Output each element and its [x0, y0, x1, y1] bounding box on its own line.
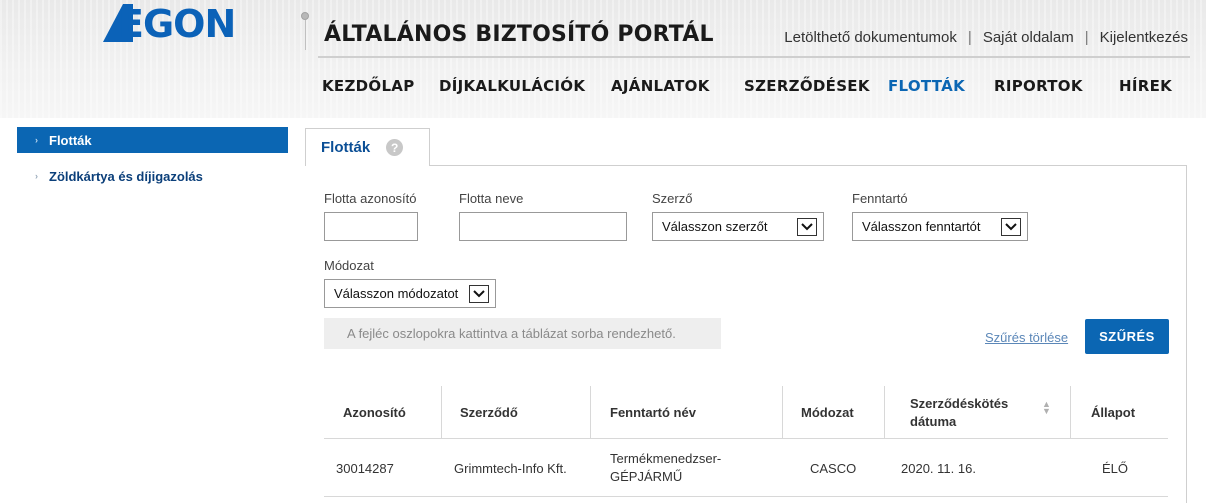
column-divider [1070, 386, 1071, 439]
holder-label: Fenntartó [852, 191, 908, 206]
nav-offers[interactable]: AJÁNLATOK [611, 77, 710, 95]
chevron-down-icon [469, 285, 489, 303]
chevron-down-icon [1001, 218, 1021, 236]
chevron-right-icon: › [35, 171, 38, 181]
holder-select[interactable]: Válasszon fenntartót [852, 212, 1028, 241]
column-header-holder[interactable]: Fenntartó név [610, 386, 760, 439]
nav-fleets[interactable]: FLOTTÁK [888, 77, 965, 95]
nav-reports[interactable]: RIPORTOK [994, 77, 1083, 95]
question-icon[interactable]: ? [386, 139, 404, 156]
sidebar-item-label: Zöldkártya és díjigazolás [49, 168, 203, 184]
mode-select[interactable]: Válasszon módozatot [324, 279, 496, 308]
nav-news[interactable]: HÍREK [1119, 77, 1172, 95]
sort-hint: A fejléc oszlopokra kattintva a táblázat… [324, 318, 721, 349]
mode-select-value: Válasszon módozatot [334, 286, 459, 301]
portal-title: ÁLTALÁNOS BIZTOSÍTÓ PORTÁL [324, 22, 714, 47]
link-separator: | [1084, 29, 1089, 46]
cell-contractor: Grimmtech-Info Kft. [454, 460, 567, 476]
main-nav: KEZDŐLAP DÍJKALKULÁCIÓK AJÁNLATOK SZERZŐ… [322, 77, 1186, 99]
aegon-logo[interactable]: EGON [77, 0, 236, 50]
pin-line [305, 20, 306, 50]
cell-id: 30014287 [336, 460, 394, 476]
cell-status: ÉLŐ [1102, 460, 1129, 476]
sidebar: › Flották › Zöldkártya és díjigazolás [17, 127, 288, 189]
logout-link[interactable]: Kijelentkezés [1100, 29, 1188, 46]
sidebar-item-label: Flották [49, 132, 92, 148]
tab-label: Flották [321, 139, 371, 156]
column-divider [782, 386, 783, 439]
table-row[interactable]: 30014287 Grimmtech-Info Kft. Termékmened… [324, 439, 1168, 497]
link-separator: | [967, 29, 972, 46]
clear-filter-link[interactable]: Szűrés törlése [985, 330, 1068, 345]
tab-fleets[interactable]: Flották ? [305, 128, 430, 166]
fleet-name-input[interactable] [459, 212, 627, 241]
nav-premium-calc[interactable]: DÍJKALKULÁCIÓK [439, 77, 585, 95]
column-divider [884, 386, 885, 439]
column-header-id[interactable]: Azonosító [343, 386, 438, 439]
cell-holder: Termékmenedzser-GÉPJÁRMŰ [610, 451, 722, 484]
nav-home[interactable]: KEZDŐLAP [322, 77, 415, 95]
fleet-id-input[interactable] [324, 212, 418, 241]
top-links: Letölthető dokumentumok | Saját oldalam … [784, 29, 1188, 46]
tab-joint [306, 165, 429, 167]
cell-mode: CASCO [810, 460, 857, 476]
contractor-select-value: Válasszon szerzőt [662, 219, 768, 234]
contractor-select[interactable]: Válasszon szerzőt [652, 212, 824, 241]
cell-contract-date: 2020. 11. 16. [901, 460, 976, 476]
sidebar-item-green-card[interactable]: › Zöldkártya és díjigazolás [17, 163, 288, 189]
nav-contracts[interactable]: SZERZŐDÉSEK [744, 77, 870, 95]
column-divider [590, 386, 591, 439]
sidebar-item-fleets[interactable]: › Flották [17, 127, 288, 153]
fleet-id-label: Flotta azonosító [324, 191, 417, 206]
column-header-mode[interactable]: Módozat [801, 386, 891, 439]
column-header-contractor[interactable]: Szerződő [460, 386, 580, 439]
mode-label: Módozat [324, 258, 374, 273]
column-divider [441, 386, 442, 439]
pin-icon [301, 12, 309, 20]
chevron-down-icon [797, 218, 817, 236]
downloads-link[interactable]: Letölthető dokumentumok [784, 29, 957, 46]
sort-icon[interactable]: ▲ ▼ [1042, 400, 1051, 416]
column-header-status[interactable]: Állapot [1091, 386, 1167, 439]
chevron-right-icon: › [35, 135, 38, 145]
contractor-label: Szerző [652, 191, 693, 206]
filter-button[interactable]: SZŰRÉS [1085, 319, 1169, 354]
holder-select-value: Válasszon fenntartót [862, 219, 981, 234]
title-divider [318, 56, 1190, 58]
fleet-name-label: Flotta neve [459, 191, 524, 206]
column-header-contract-date[interactable]: Szerződéskötés dátuma [910, 386, 1028, 439]
logo-text: EGON [118, 2, 236, 46]
my-page-link[interactable]: Saját oldalam [983, 29, 1074, 46]
